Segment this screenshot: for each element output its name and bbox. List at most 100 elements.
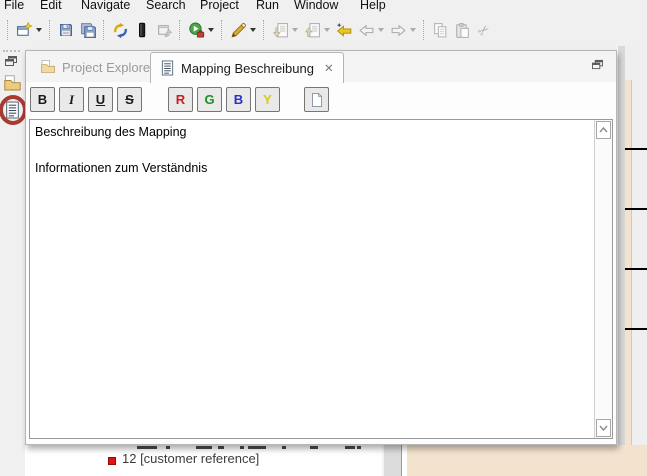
menu-navigate[interactable]: Navigate	[81, 0, 130, 13]
view-restore-button[interactable]	[591, 57, 604, 75]
chevron-down-icon	[599, 425, 608, 431]
menu-project[interactable]: Project	[200, 0, 239, 13]
new-wizard-icon	[16, 22, 33, 39]
mapping-description-view: Project Explorer Mapping Beschreibung ✕ …	[25, 50, 617, 445]
mapping-panel-edge	[625, 80, 632, 476]
tab-label: Mapping Beschreibung	[181, 61, 314, 76]
new-wizard-button[interactable]	[13, 17, 35, 43]
tab-label: Project Explorer	[62, 60, 154, 75]
application-window: File Edit Navigate Search Project Run Wi…	[0, 0, 647, 476]
copy-icon	[432, 22, 449, 39]
folder-icon	[40, 59, 56, 75]
italic-button[interactable]: I	[59, 87, 84, 112]
annotation-highlight-ring	[0, 95, 27, 125]
save-button[interactable]	[55, 17, 77, 43]
save-all-button[interactable]	[77, 17, 99, 43]
pen-dropdown[interactable]	[250, 28, 256, 32]
save-all-icon	[80, 22, 97, 39]
color-blue-button[interactable]: B	[226, 87, 251, 112]
vertical-sash[interactable]	[617, 46, 625, 445]
text-line: Informationen zum Verständnis	[35, 161, 207, 175]
toolbar-separator	[221, 20, 222, 40]
toolbar-separator	[103, 20, 104, 40]
restore-views-icon	[4, 55, 18, 67]
fast-view-bar	[0, 46, 25, 476]
forward-icon	[390, 22, 407, 39]
menu-window[interactable]: Window	[294, 0, 338, 13]
new-document-button[interactable]	[304, 87, 329, 112]
refresh-icon	[112, 22, 129, 39]
back-icon	[358, 22, 375, 39]
highlighter-button[interactable]	[131, 17, 153, 43]
underline-button[interactable]: U	[88, 87, 113, 112]
open-window-button[interactable]	[153, 17, 175, 43]
last-edit-location-icon	[336, 22, 353, 39]
color-red-button[interactable]: R	[168, 87, 193, 112]
next-annotation-icon	[272, 22, 289, 39]
menu-search[interactable]: Search	[146, 0, 186, 13]
paste-button[interactable]	[451, 17, 473, 43]
paste-icon	[454, 22, 471, 39]
pen-icon	[230, 22, 247, 39]
refresh-button[interactable]	[109, 17, 131, 43]
restore-views-button[interactable]	[4, 54, 18, 72]
copy-button[interactable]	[429, 17, 451, 43]
cut-button[interactable]: ✂	[473, 17, 495, 43]
tab-close-icon[interactable]: ✕	[324, 61, 334, 75]
toolbar-separator	[7, 20, 8, 40]
highlighter-icon	[134, 22, 150, 38]
chevron-up-icon	[599, 127, 608, 133]
previous-annotation-dropdown[interactable]	[324, 28, 330, 32]
run-dropdown[interactable]	[208, 28, 214, 32]
back-dropdown[interactable]	[378, 28, 384, 32]
text-line: Beschreibung des Mapping	[35, 125, 187, 139]
back-button[interactable]	[355, 17, 377, 43]
description-textarea[interactable]: Beschreibung des Mapping Informationen z…	[29, 119, 613, 439]
last-edit-location-button[interactable]	[333, 17, 355, 43]
menu-run[interactable]: Run	[256, 0, 279, 13]
mapping-panel-bottom	[407, 445, 647, 476]
toolbar-separator	[263, 20, 264, 40]
bold-button[interactable]: B	[30, 87, 55, 112]
menu-edit[interactable]: Edit	[40, 0, 62, 13]
previous-annotation-button[interactable]	[301, 17, 323, 43]
toolbar-separator	[49, 20, 50, 40]
background-scrollbar[interactable]	[382, 445, 402, 476]
pen-button[interactable]	[227, 17, 249, 43]
toolbar-separator	[423, 20, 424, 40]
document-icon	[160, 60, 175, 76]
description-text: Beschreibung des Mapping Informationen z…	[30, 120, 594, 438]
scroll-down-button[interactable]	[596, 419, 611, 437]
main-toolbar: ✂	[0, 13, 647, 47]
background-panel-right	[632, 80, 647, 445]
forward-button[interactable]	[387, 17, 409, 43]
menu-bar: File Edit Navigate Search Project Run Wi…	[0, 0, 647, 13]
view-tab-strip: Project Explorer Mapping Beschreibung ✕	[26, 51, 616, 82]
color-yellow-button[interactable]: Y	[255, 87, 280, 112]
vertical-scrollbar[interactable]	[594, 120, 612, 438]
cut-icon: ✂	[474, 20, 494, 41]
strikethrough-button[interactable]: S	[117, 87, 142, 112]
forward-dropdown[interactable]	[410, 28, 416, 32]
next-annotation-dropdown[interactable]	[292, 28, 298, 32]
menu-file[interactable]: File	[4, 0, 24, 13]
rail-drag-handle[interactable]	[3, 50, 20, 52]
new-wizard-dropdown[interactable]	[36, 28, 42, 32]
save-icon	[58, 22, 74, 38]
mapping-connector-line	[625, 148, 647, 150]
restore-icon	[591, 59, 604, 70]
color-green-button[interactable]: G	[197, 87, 222, 112]
mapping-connector-line	[625, 208, 647, 210]
blank-document-icon	[309, 92, 325, 108]
tab-project-explorer[interactable]: Project Explorer	[30, 54, 164, 80]
toolbar-separator	[179, 20, 180, 40]
format-toolbar: B I U S R G B Y	[30, 87, 329, 112]
next-annotation-button[interactable]	[269, 17, 291, 43]
list-item[interactable]: 12 [customer reference]	[122, 451, 259, 466]
tab-mapping-beschreibung[interactable]: Mapping Beschreibung ✕	[150, 52, 344, 83]
mapping-connector-line	[625, 328, 647, 330]
list-item-bullet	[108, 457, 116, 465]
menu-help[interactable]: Help	[360, 0, 386, 13]
run-button[interactable]	[185, 17, 207, 43]
scroll-up-button[interactable]	[596, 121, 611, 139]
